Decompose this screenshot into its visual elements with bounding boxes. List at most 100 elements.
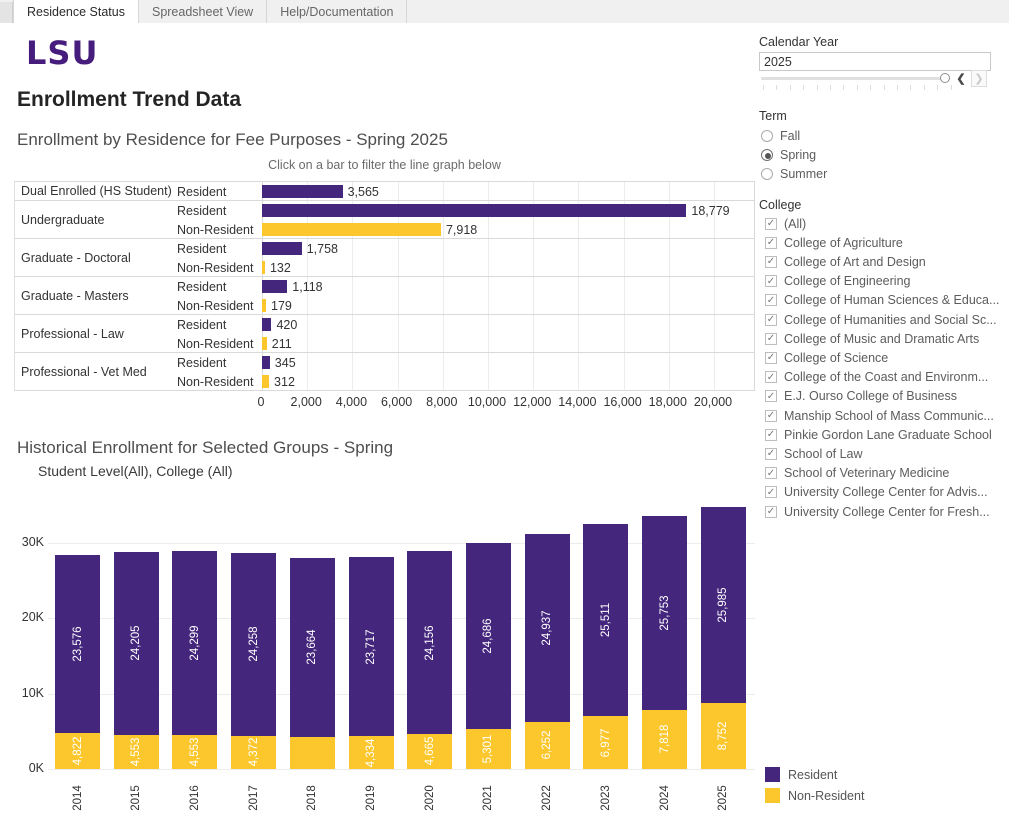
stacked-bar-nonresident-2018[interactable] [290, 737, 335, 769]
term-radio-summer[interactable]: Summer [761, 165, 827, 182]
slider-tick [776, 85, 777, 90]
checkbox-check-icon: ✓ [765, 429, 777, 441]
college-checkbox-manship-school-of-mass-communic[interactable]: ✓Manship School of Mass Communic... [765, 407, 994, 424]
college-checkbox-pinkie-gordon-lane-graduate-school[interactable]: ✓Pinkie Gordon Lane Graduate School [765, 426, 992, 443]
college-option-label: College of Humanities and Social Sc... [784, 313, 997, 327]
slider-tick [763, 85, 764, 90]
chart-subrow: Non-Resident132 [15, 258, 754, 277]
residence-label: Non-Resident [177, 258, 253, 277]
calendar-year-slider-handle[interactable] [940, 73, 950, 83]
slider-tick [803, 85, 804, 90]
resident-value-label: 25,985 [717, 587, 729, 622]
tab-help-documentation[interactable]: Help/Documentation [267, 0, 407, 23]
slider-tick [897, 85, 898, 90]
chart-row-group: Graduate - DoctoralResident1,758Non-Resi… [15, 239, 754, 277]
slider-tick [843, 85, 844, 90]
resident-value-label: 23,664 [306, 630, 318, 665]
x-axis-tick: 0 [258, 395, 265, 409]
radio-selected-icon [761, 149, 773, 161]
x-axis-tick: 18,000 [649, 395, 687, 409]
y-axis-tick: 0K [2, 761, 44, 775]
college-checkbox-college-of-music-and-dramatic-arts[interactable]: ✓College of Music and Dramatic Arts [765, 330, 979, 347]
slider-tick [830, 85, 831, 90]
nonresident-value-label: 4,372 [248, 738, 260, 767]
bar-graduate-doctoral-resident[interactable] [262, 242, 302, 255]
college-checkbox-e-j-ourso-college-of-business[interactable]: ✓E.J. Ourso College of Business [765, 388, 957, 405]
term-radio-fall[interactable]: Fall [761, 127, 800, 144]
resident-value-label: 25,753 [659, 595, 671, 630]
resident-value-label: 24,937 [541, 610, 553, 645]
college-checkbox-college-of-humanities-and-social-sc[interactable]: ✓ College of Humanities and Social Sc... [765, 311, 997, 328]
x-axis-year-label: 2021 [482, 785, 494, 811]
bar-professional-law-resident[interactable] [262, 318, 271, 331]
slider-tick [937, 85, 938, 90]
bar-graduate-doctoral-non-resident[interactable] [262, 261, 265, 274]
bar-value-label: 18,779 [691, 201, 729, 220]
college-checkbox-college-of-human-sciences-educa[interactable]: ✓College of Human Sciences & Educa... [765, 292, 999, 309]
residence-label: Resident [177, 315, 226, 334]
legend-item-non-resident[interactable]: Non-Resident [765, 785, 864, 806]
checkbox-check-icon: ✓ [765, 486, 777, 498]
calendar-year-slider-track[interactable] [761, 77, 941, 80]
x-axis-tick: 10,000 [468, 395, 506, 409]
college-option-label: College of Human Sciences & Educa... [784, 293, 999, 307]
term-filter-label: Term [759, 109, 787, 123]
bar-dual-enrolled-hs-student-resident[interactable] [262, 185, 343, 198]
bar-graduate-masters-non-resident[interactable] [262, 299, 266, 312]
tab-spreadsheet-view[interactable]: Spreadsheet View [139, 0, 267, 23]
checkbox-check-icon: ✓ [765, 333, 777, 345]
calendar-year-input[interactable] [759, 52, 991, 71]
x-axis-year-label: 2017 [248, 785, 260, 811]
college-checkbox-college-of-engineering[interactable]: ✓College of Engineering [765, 273, 910, 290]
chart-subrow: Resident1,758 [15, 239, 754, 258]
chart-row-group: Graduate - MastersResident1,118Non-Resid… [15, 277, 754, 315]
checkbox-check-icon: ✓ [765, 314, 777, 326]
legend-item-resident[interactable]: Resident [765, 764, 864, 785]
resident-value-label: 23,717 [365, 629, 377, 664]
bar-professional-law-non-resident[interactable] [262, 337, 267, 350]
calendar-year-next-button[interactable]: ❯ [971, 70, 987, 87]
checkbox-check-icon: ✓ [765, 352, 777, 364]
slider-tick [870, 85, 871, 90]
college-checkbox-college-of-art-and-design[interactable]: ✓College of Art and Design [765, 253, 926, 270]
term-radio-spring[interactable]: Spring [761, 146, 816, 163]
chart-subrow: Resident18,779 [15, 201, 754, 220]
chart-row-group: Dual Enrolled (HS Student)Resident3,565 [15, 182, 754, 201]
college-checkbox-school-of-veterinary-medicine[interactable]: ✓School of Veterinary Medicine [765, 465, 949, 482]
checkbox-check-icon: ✓ [765, 371, 777, 383]
historical-stacked-chart: 0K10K20K30K23,5764,822201424,2054,553201… [0, 490, 769, 828]
college-filter-label: College [759, 198, 801, 212]
residence-label: Resident [177, 239, 226, 258]
college-option-label: (All) [784, 217, 806, 231]
bar-professional-vet-med-resident[interactable] [262, 356, 270, 369]
tab-scroller [0, 2, 13, 23]
tab-residence-status[interactable]: Residence Status [13, 0, 139, 23]
slider-tick [857, 85, 858, 90]
chart-subrow: Non-Resident7,918 [15, 220, 754, 239]
college-option-label: College of Art and Design [784, 255, 926, 269]
bar-undergraduate-resident[interactable] [262, 204, 686, 217]
college-checkbox-university-college-center-for-fresh[interactable]: ✓University College Center for Fresh... [765, 503, 990, 520]
bar-graduate-masters-resident[interactable] [262, 280, 287, 293]
college-option-label: University College Center for Advis... [784, 485, 988, 499]
college-checkbox-college-of-agriculture[interactable]: ✓College of Agriculture [765, 234, 903, 251]
checkbox-check-icon: ✓ [765, 448, 777, 460]
slider-tick [924, 85, 925, 90]
calendar-year-prev-button[interactable]: ❮ [953, 70, 969, 87]
bar-undergraduate-non-resident[interactable] [262, 223, 441, 236]
college-checkbox-all[interactable]: ✓(All) [765, 215, 806, 232]
legend-label: Non-Resident [788, 789, 864, 803]
legend-swatch [765, 767, 780, 782]
chart-subrow: Non-Resident312 [15, 372, 754, 391]
college-checkbox-school-of-law[interactable]: ✓School of Law [765, 445, 863, 462]
calendar-year-slider-ticks [763, 85, 953, 91]
college-checkbox-college-of-the-coast-and-environm[interactable]: ✓ College of the Coast and Environm... [765, 369, 988, 386]
college-option-label: College of the Coast and Environm... [784, 370, 988, 384]
college-checkbox-college-of-science[interactable]: ✓College of Science [765, 349, 888, 366]
nonresident-value-label: 6,252 [541, 731, 553, 760]
nonresident-value-label: 7,818 [659, 725, 671, 754]
bar-professional-vet-med-non-resident[interactable] [262, 375, 269, 388]
college-checkbox-university-college-center-for-advis[interactable]: ✓ University College Center for Advis... [765, 484, 988, 501]
chart-row-group: Professional - Vet MedResident345Non-Res… [15, 353, 754, 391]
x-axis-year-label: 2022 [541, 785, 553, 811]
